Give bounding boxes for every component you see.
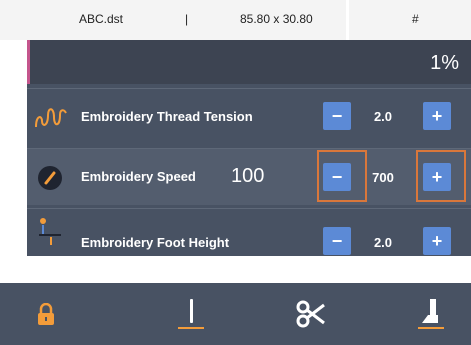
thread-tension-icon — [35, 108, 67, 128]
speed-increase-highlight — [416, 150, 466, 202]
foot-height-row: Embroidery Foot Height − 2.0 + — [27, 208, 471, 257]
spacer — [0, 256, 471, 283]
file-info-bar: ABC.dst | 85.80 x 30.80 # — [0, 0, 471, 40]
thread-tension-row: Embroidery Thread Tension − 2.0 + — [27, 88, 471, 145]
thread-tension-increase-button[interactable]: + — [423, 102, 451, 130]
thread-tension-label: Embroidery Thread Tension — [81, 109, 253, 124]
hash-label: # — [412, 12, 419, 26]
bottom-toolbar — [0, 283, 471, 345]
separator: | — [185, 12, 189, 26]
thread-tension-value: 2.0 — [373, 109, 393, 124]
foot-height-value: 2.0 — [373, 235, 393, 250]
foot-height-increase-button[interactable]: + — [423, 227, 451, 255]
presser-foot-icon[interactable] — [416, 297, 446, 331]
lock-icon[interactable] — [36, 303, 56, 325]
file-name: ABC.dst — [79, 12, 124, 26]
speedometer-icon — [38, 166, 62, 190]
speed-value: 700 — [372, 170, 394, 185]
hash-segment — [349, 0, 471, 40]
progress-indicator — [27, 40, 30, 84]
thread-tension-decrease-button[interactable]: − — [323, 102, 351, 130]
progress-percent: 1% — [430, 52, 459, 74]
design-size: 85.80 x 30.80 — [240, 12, 313, 26]
needle-icon[interactable] — [176, 297, 206, 331]
speed-decrease-highlight — [317, 150, 367, 202]
progress-row — [27, 40, 471, 84]
foot-height-label: Embroidery Foot Height — [81, 235, 230, 250]
speed-display-value: 100 — [231, 165, 265, 187]
foot-height-icon — [39, 218, 61, 245]
speed-row: Embroidery Speed 100 − 700 + — [27, 148, 471, 205]
scissors-icon[interactable] — [294, 299, 328, 329]
foot-height-decrease-button[interactable]: − — [323, 227, 351, 255]
speed-label: Embroidery Speed — [81, 169, 196, 184]
